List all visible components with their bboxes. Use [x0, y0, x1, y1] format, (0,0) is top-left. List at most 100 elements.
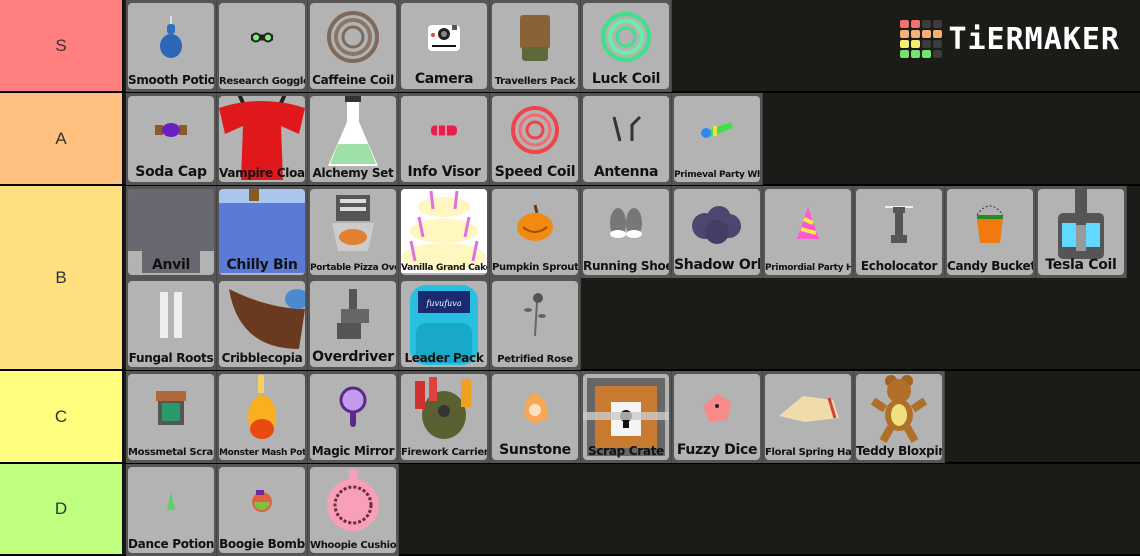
tier-item[interactable]: Vanilla Grand Cake: [399, 186, 490, 278]
tier-item[interactable]: Travellers Pack: [490, 0, 581, 92]
tier-item[interactable]: Caffeine Coil: [308, 0, 399, 92]
tier-item[interactable]: fuvufuva Leader Pack: [399, 278, 490, 370]
tier-item[interactable]: Running Shoes: [581, 186, 672, 278]
tier-item[interactable]: Research Goggles: [217, 0, 308, 92]
tier-item[interactable]: Primeval Party Whistle: [672, 93, 763, 185]
tier-item[interactable]: Fungal Roots: [126, 278, 217, 370]
item-card[interactable]: Echolocator: [856, 189, 942, 275]
item-card[interactable]: Overdriver: [310, 281, 396, 367]
item-card[interactable]: Travellers Pack: [492, 3, 578, 89]
tier-item[interactable]: Boogie Bomb: [217, 464, 308, 556]
tier-item[interactable]: Dance Potion: [126, 464, 217, 556]
item-card[interactable]: fuvufuva Leader Pack: [401, 281, 487, 367]
tier-item[interactable]: Speed Coil: [490, 93, 581, 185]
tier-item[interactable]: Petrified Rose: [490, 278, 581, 370]
tier-item[interactable]: Portable Pizza Oven: [308, 186, 399, 278]
tier-label[interactable]: D: [0, 464, 124, 554]
item-card[interactable]: Primordial Party Hat: [765, 189, 851, 275]
tier-item[interactable]: Mossmetal Scraper: [126, 371, 217, 463]
item-card[interactable]: Caffeine Coil: [310, 3, 396, 89]
item-card[interactable]: Cribblecopia: [219, 281, 305, 367]
item-card[interactable]: Anvil: [128, 189, 214, 275]
tier-item[interactable]: Pumpkin Sprout: [490, 186, 581, 278]
item-card[interactable]: Chilly Bin: [219, 189, 305, 275]
tier-item[interactable]: Smooth Potion: [126, 0, 217, 92]
tier-label[interactable]: A: [0, 93, 124, 184]
tier-item[interactable]: Echolocator: [854, 186, 945, 278]
tier-item[interactable]: Info Visor: [399, 93, 490, 185]
item-name: Primordial Party Hat: [765, 262, 851, 273]
item-card[interactable]: Magic Mirror: [310, 374, 396, 460]
tier-item[interactable]: Teddy Bloxpin: [854, 371, 945, 463]
item-card[interactable]: Candy Bucket: [947, 189, 1033, 275]
tier-item[interactable]: Scrap Crate: [581, 371, 672, 463]
mirror-icon: [338, 385, 368, 435]
item-card[interactable]: Speed Coil: [492, 96, 578, 182]
item-name: Whoopie Cushion: [310, 539, 396, 551]
item-name: Leader Pack: [404, 351, 484, 366]
tier-item[interactable]: Floral Spring Hat: [763, 371, 854, 463]
tier-item[interactable]: Sunstone: [490, 371, 581, 463]
item-name: Pumpkin Sprout: [492, 261, 578, 273]
item-card[interactable]: Soda Cap: [128, 96, 214, 182]
tier-item[interactable]: Vampire Cloak: [217, 93, 308, 185]
item-card[interactable]: Vampire Cloak: [219, 96, 305, 182]
logo-cell: [922, 30, 932, 38]
tier-item[interactable]: Overdriver: [308, 278, 399, 370]
item-card[interactable]: Scrap Crate: [583, 374, 669, 460]
tier-item[interactable]: Tesla Coil: [1036, 186, 1127, 278]
tier-item[interactable]: Candy Bucket: [945, 186, 1036, 278]
tier-label[interactable]: S: [0, 0, 124, 91]
item-name: Soda Cap: [135, 164, 207, 181]
item-card[interactable]: Antenna: [583, 96, 669, 182]
item-card[interactable]: Petrified Rose: [492, 281, 578, 367]
item-card[interactable]: Fungal Roots: [128, 281, 214, 367]
item-card[interactable]: Tesla Coil: [1038, 189, 1124, 275]
tier-items: Mossmetal Scraper Monster Mash Potion Magi…: [124, 371, 1140, 463]
tier-item[interactable]: Magic Mirror: [308, 371, 399, 463]
item-card[interactable]: Alchemy Set: [310, 96, 396, 182]
item-card[interactable]: Smooth Potion: [128, 3, 214, 89]
item-card[interactable]: Sunstone: [492, 374, 578, 460]
item-name: Luck Coil: [591, 71, 661, 88]
item-card[interactable]: Portable Pizza Oven: [310, 189, 396, 275]
tier-item[interactable]: Cribblecopia: [217, 278, 308, 370]
item-card[interactable]: Research Goggles: [219, 3, 305, 89]
tier-item[interactable]: Shadow Orb: [672, 186, 763, 278]
item-card[interactable]: Teddy Bloxpin: [856, 374, 942, 460]
item-card[interactable]: Mossmetal Scraper: [128, 374, 214, 460]
item-card[interactable]: Floral Spring Hat: [765, 374, 851, 460]
tier-item[interactable]: Anvil: [126, 186, 217, 278]
tier-item[interactable]: Monster Mash Potion: [217, 371, 308, 463]
item-card[interactable]: Camera: [401, 3, 487, 89]
tier-item[interactable]: Whoopie Cushion: [308, 464, 399, 556]
item-card[interactable]: Boogie Bomb: [219, 467, 305, 553]
item-name: Fungal Roots: [128, 351, 214, 366]
visor-icon: [429, 123, 459, 142]
tier-label[interactable]: C: [0, 371, 124, 462]
item-card[interactable]: Running Shoes: [583, 189, 669, 275]
item-card[interactable]: Info Visor: [401, 96, 487, 182]
item-card[interactable]: Vanilla Grand Cake: [401, 189, 487, 275]
tier-item[interactable]: Soda Cap: [126, 93, 217, 185]
item-card[interactable]: Primeval Party Whistle: [674, 96, 760, 182]
item-card[interactable]: Fuzzy Dice: [674, 374, 760, 460]
item-card[interactable]: Firework Carrier: [401, 374, 487, 460]
tier-item[interactable]: Chilly Bin: [217, 186, 308, 278]
tier-item[interactable]: Firework Carrier: [399, 371, 490, 463]
tier-item[interactable]: Luck Coil: [581, 0, 672, 92]
item-card[interactable]: Monster Mash Potion: [219, 374, 305, 460]
item-card[interactable]: Luck Coil: [583, 3, 669, 89]
item-card[interactable]: Whoopie Cushion: [310, 467, 396, 553]
tier-item[interactable]: Alchemy Set: [308, 93, 399, 185]
tier-item[interactable]: Primordial Party Hat: [763, 186, 854, 278]
item-card[interactable]: Dance Potion: [128, 467, 214, 553]
tier-label[interactable]: B: [0, 186, 124, 369]
tier-item[interactable]: Camera: [399, 0, 490, 92]
tier-item[interactable]: Fuzzy Dice: [672, 371, 763, 463]
item-card[interactable]: Pumpkin Sprout: [492, 189, 578, 275]
item-card[interactable]: Shadow Orb: [674, 189, 760, 275]
logo-cell: [911, 30, 921, 38]
tier-item[interactable]: Antenna: [581, 93, 672, 185]
item-name: Magic Mirror: [311, 444, 395, 459]
